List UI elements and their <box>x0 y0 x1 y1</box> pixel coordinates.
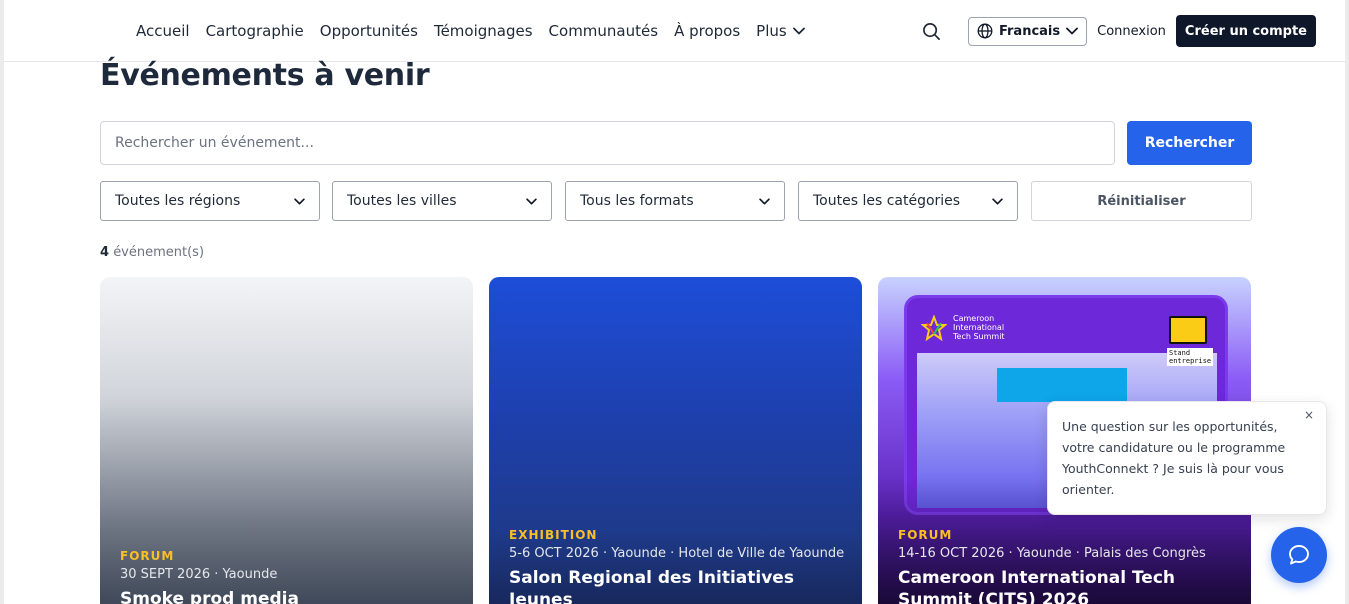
event-meta: 14-16 OCT 2026 · Yaounde · Palais des Co… <box>898 546 1206 561</box>
chat-close-button[interactable]: × <box>1304 408 1314 422</box>
event-title: Smoke prod media 20260910231420 <box>120 589 299 604</box>
chevron-down-icon <box>1066 27 1079 35</box>
event-meta: 30 SEPT 2026 · Yaounde <box>120 567 278 582</box>
event-card-body: FORUM 14-16 OCT 2026 · Yaounde · Palais … <box>898 528 1235 604</box>
event-category: EXHIBITION <box>509 528 598 542</box>
event-card[interactable]: FORUM 30 SEPT 2026 · Yaounde Smoke prod … <box>100 277 473 604</box>
event-search-input[interactable] <box>100 121 1115 165</box>
results-count-number: 4 <box>100 245 110 260</box>
chevron-down-icon <box>759 197 770 205</box>
nav-plus-menu[interactable]: Plus <box>756 20 805 42</box>
nav-plus-label: Plus <box>756 22 787 40</box>
site-header: Accueil Cartographie Opportunités Témoig… <box>4 0 1345 62</box>
login-link[interactable]: Connexion <box>1097 24 1166 39</box>
chevron-down-icon <box>294 197 305 205</box>
results-count-label: événement(s) <box>113 245 205 260</box>
chat-message: Une question sur les opportunités, votre… <box>1062 419 1286 497</box>
reset-filters-button[interactable]: Réinitialiser <box>1031 181 1252 221</box>
results-count: 4 événement(s) <box>100 245 204 260</box>
event-title: Salon Regional des Initiatives Jeunes <box>509 568 794 604</box>
nav-a-propos[interactable]: À propos <box>674 20 740 42</box>
globe-icon <box>977 23 993 39</box>
search-icon <box>923 22 941 40</box>
search-submit-button[interactable]: Rechercher <box>1127 121 1252 165</box>
region-filter[interactable]: Toutes les régions <box>100 181 320 221</box>
chat-prompt-bubble: Une question sur les opportunités, votre… <box>1047 401 1327 515</box>
category-filter[interactable]: Toutes les catégories <box>798 181 1018 221</box>
stand-label: Stand entreprise <box>1167 348 1213 366</box>
event-category: FORUM <box>898 528 953 542</box>
cits-logo: Cameroon International Tech Summit <box>921 314 1015 341</box>
main-nav: Accueil Cartographie Opportunités Témoig… <box>136 20 805 42</box>
chevron-down-icon <box>792 27 805 35</box>
header-actions: Francais Connexion Créer un compte <box>920 15 1316 47</box>
star-logo-icon <box>921 314 947 341</box>
nav-communautes[interactable]: Communautés <box>549 20 659 42</box>
format-filter[interactable]: Tous les formats <box>565 181 785 221</box>
signup-button[interactable]: Créer un compte <box>1175 15 1316 47</box>
page-title: Événements à venir <box>100 58 430 93</box>
nav-cartographie[interactable]: Cartographie <box>206 20 304 42</box>
nav-temoignages[interactable]: Témoignages <box>434 20 533 42</box>
event-title: Cameroon International Tech Summit (CITS… <box>898 568 1175 604</box>
nav-opportunites[interactable]: Opportunités <box>320 20 418 42</box>
chat-open-button[interactable] <box>1271 527 1327 583</box>
header-search-button[interactable] <box>920 19 944 43</box>
event-card[interactable]: EXHIBITION 5-6 OCT 2026 · Yaounde · Hote… <box>489 277 862 604</box>
folder-icon <box>1169 316 1207 344</box>
window-frame-right <box>1345 0 1349 604</box>
hall-screen <box>997 368 1127 402</box>
chat-icon <box>1289 545 1309 565</box>
event-card-body: EXHIBITION 5-6 OCT 2026 · Yaounde · Hote… <box>509 528 846 604</box>
language-label: Francais <box>998 23 1061 39</box>
category-filter-value: Toutes les catégories <box>813 193 961 209</box>
event-meta: 5-6 OCT 2026 · Yaounde · Hotel de Ville … <box>509 546 845 561</box>
region-filter-value: Toutes les régions <box>115 193 241 209</box>
chevron-down-icon <box>992 197 1003 205</box>
city-filter-value: Toutes les villes <box>347 193 457 209</box>
event-category: FORUM <box>120 549 175 563</box>
chevron-down-icon <box>526 197 537 205</box>
city-filter[interactable]: Toutes les villes <box>332 181 552 221</box>
cits-logo-text: Cameroon International Tech Summit <box>953 314 1005 341</box>
language-select[interactable]: Francais <box>967 16 1088 46</box>
nav-accueil[interactable]: Accueil <box>136 20 190 42</box>
window-frame-left <box>0 0 4 604</box>
format-filter-value: Tous les formats <box>580 193 694 209</box>
event-card-body: FORUM 30 SEPT 2026 · Yaounde Smoke prod … <box>120 549 457 604</box>
